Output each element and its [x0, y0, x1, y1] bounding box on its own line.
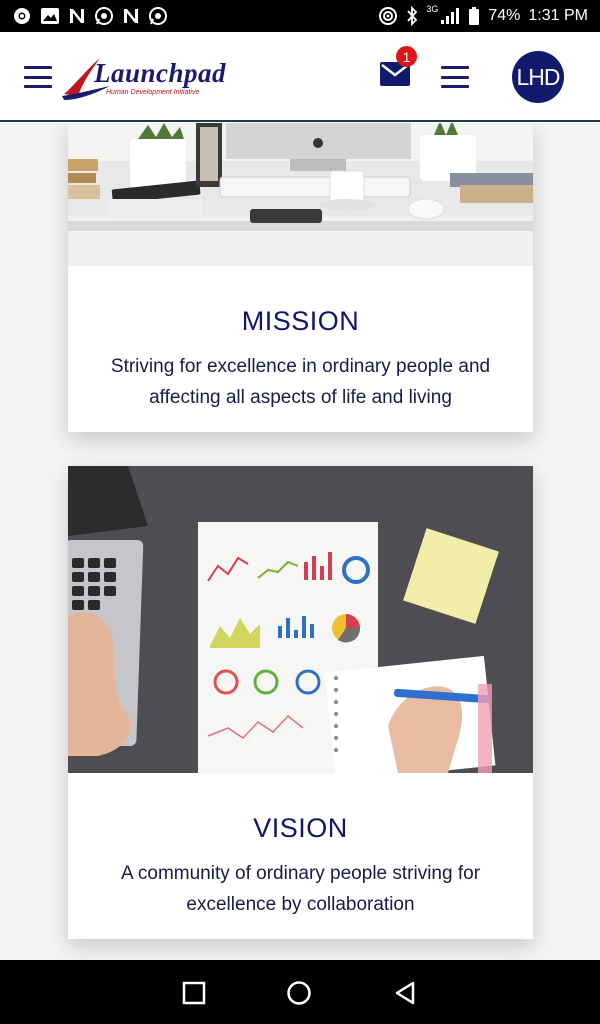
signal-icon [440, 6, 460, 26]
back-icon[interactable] [393, 980, 419, 1006]
whatsapp-icon [148, 6, 168, 26]
logo-text: Launchpad [94, 58, 227, 88]
recent-apps-icon[interactable] [181, 980, 207, 1006]
bluetooth-icon [406, 6, 418, 26]
mission-title: MISSION [241, 306, 360, 336]
chrome-icon [12, 6, 32, 26]
mission-card: MISSION Striving for excellence in ordin… [68, 123, 533, 432]
battery-icon [468, 6, 480, 26]
home-icon[interactable] [286, 980, 312, 1006]
logo-tagline: Human Development Initiative [106, 89, 200, 96]
vision-title: VISION [253, 813, 348, 843]
vision-text: A community of ordinary people striving … [120, 863, 481, 915]
battery-percent: 74% [488, 7, 521, 24]
user-avatar[interactable]: LHD [512, 51, 564, 103]
gallery-icon [40, 6, 60, 26]
notification-icons [12, 6, 168, 26]
mail-count-badge: 1 [396, 46, 417, 67]
charts-and-laptop-photo [68, 466, 533, 773]
navigation-bar [0, 960, 600, 1024]
clock: 1:31 PM [528, 7, 588, 24]
hotspot-icon [378, 6, 398, 26]
launchpad-logo[interactable]: Launchpad Human Development Initiative [58, 50, 226, 112]
n-app-icon [68, 6, 86, 26]
mission-text: Striving for excellence in ordinary peop… [110, 356, 491, 408]
app-header: Launchpad Human Development Initiative 1… [0, 32, 600, 122]
status-bar: 3G 74% 1:31 PM [0, 0, 600, 32]
main-content[interactable]: MISSION Striving for excellence in ordin… [0, 123, 600, 960]
n-app-icon [122, 6, 140, 26]
whatsapp-icon [94, 6, 114, 26]
hamburger-menu-icon[interactable] [24, 66, 52, 88]
desk-with-computer-photo [68, 123, 533, 266]
vision-card: VISION A community of ordinary people st… [68, 466, 533, 939]
network-type: 3G [426, 4, 439, 14]
options-menu-icon[interactable] [441, 66, 469, 88]
system-icons: 3G 74% 1:31 PM [378, 4, 588, 26]
